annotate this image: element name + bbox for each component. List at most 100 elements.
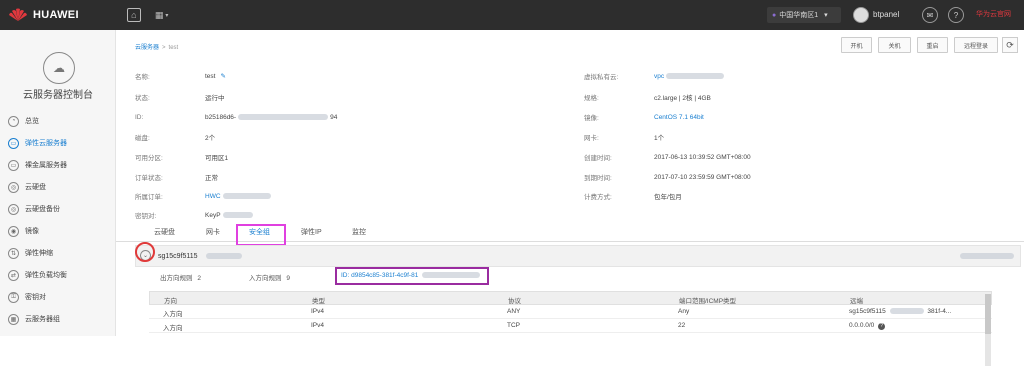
tab-monitor[interactable]: 监控 (352, 227, 366, 237)
highlight-box-tab (236, 224, 286, 246)
redacted-blur (222, 193, 271, 199)
location-pin-icon: ● (772, 11, 777, 19)
outbound-count: 2 (197, 275, 201, 282)
keypair-icon: ⚿ (8, 291, 19, 303)
column-header: 远端 (850, 298, 863, 305)
detail-disk: 磁盘: 2个 (135, 131, 215, 143)
detail-nic: 网卡: 1个 (584, 131, 664, 143)
sidebar-item-bms[interactable]: ▭ 裸金属服务器 (0, 154, 116, 176)
status-value: 运行中 (205, 95, 225, 102)
detail-created: 创建时间: 2017-06-13 10:39:52 GMT+08:00 (584, 151, 751, 163)
detail-label: 名称: (135, 74, 150, 81)
sidebar-item-label: 云硬盘 (25, 184, 46, 191)
breadcrumb-root-link[interactable]: 云服务器 (135, 45, 159, 51)
edit-pencil-icon[interactable]: ✎ (220, 72, 225, 80)
remote-login-button[interactable]: 远程登录 (954, 37, 998, 53)
autoscale-icon: ⇅ (8, 247, 19, 259)
tab-evs[interactable]: 云硬盘 (154, 227, 175, 237)
security-group-header[interactable]: ⌄ sg15c9f5115 (135, 245, 1021, 267)
redacted-blur (222, 212, 253, 218)
order-status-value: 正常 (205, 175, 218, 182)
outbound-label: 出方向规则 (160, 275, 193, 282)
main-content: 云服务器 > test 开机 关机 重启 远程登录 ⟳ 名称: test ✎ 状态:… (116, 30, 1024, 366)
column-header: 协议 (508, 298, 521, 305)
image-link[interactable]: CentOS 7.1 64bit (654, 114, 704, 121)
chevron-down-icon: ▾ (824, 12, 828, 19)
remote-tail: 381f-4... (927, 308, 952, 315)
mail-icon[interactable]: ✉ (922, 7, 938, 23)
sidebar-item-group[interactable]: ▦ 云服务器组 (0, 308, 116, 330)
column-header: 类型 (312, 298, 325, 305)
order-link[interactable]: HWC (205, 193, 221, 200)
detail-label: 状态: (135, 95, 150, 102)
official-site-link[interactable]: 华为云官网 (976, 9, 1011, 19)
scrollbar-thumb[interactable] (985, 294, 991, 334)
restart-button[interactable]: 重启 (917, 37, 948, 53)
tab-eip[interactable]: 弹性IP (301, 227, 322, 237)
detail-id: ID: b25186d6- 94 (135, 111, 337, 123)
detail-label: ID: (135, 113, 144, 121)
tab-nic[interactable]: 网卡 (206, 227, 220, 237)
detail-name: 名称: test ✎ (135, 70, 226, 82)
inbound-count: 9 (286, 275, 290, 282)
ecs-icon: ▭ (8, 137, 19, 149)
detail-billing: 计费方式: 包年/包月 (584, 190, 682, 202)
sidebar-item-elb[interactable]: ⇄ 弹性负载均衡 (0, 264, 116, 286)
stop-button[interactable]: 关机 (878, 37, 911, 53)
breadcrumb: 云服务器 > test (135, 42, 178, 51)
help-icon[interactable]: ? (878, 323, 886, 330)
id-tail: 94 (330, 113, 338, 121)
region-label: 中国华南区1 (779, 12, 819, 19)
sidebar-item-evs[interactable]: ◎ 云硬盘 (0, 176, 116, 198)
sidebar-item-image[interactable]: ◉ 镜像 (0, 220, 116, 242)
cell-remote: 0.0.0.0/0 ? (849, 322, 886, 330)
security-group-id[interactable]: ID: d9854c85-381f-4c9f-81 (341, 272, 481, 279)
detail-label: 规格: (584, 95, 599, 102)
sidebar: ☁ 云服务器控制台 ◔ 总览 ▭ 弹性云服务器 ▭ 裸金属服务器 ◎ 云硬盘 ◎ 云硬盘备… (0, 30, 116, 336)
disk-value: 2个 (205, 135, 216, 142)
huawei-logo[interactable]: HUAWEI (8, 8, 79, 22)
cell-port: 22 (678, 322, 686, 329)
id-value: b25186d6- (205, 113, 237, 121)
breadcrumb-separator: > (162, 45, 166, 51)
service-list-icon[interactable]: ▦ ▾ (155, 10, 169, 21)
refresh-icon[interactable]: ⟳ (1002, 37, 1018, 53)
sidebar-item-backup[interactable]: ◎ 云硬盘备份 (0, 198, 116, 220)
detail-label: 创建时间: (584, 155, 612, 162)
sidebar-item-label: 密钥对 (25, 294, 46, 301)
rules-scrollbar[interactable] (985, 294, 991, 366)
evs-icon: ◎ (8, 181, 19, 193)
az-value: 可用区1 (205, 155, 229, 162)
image-icon: ◉ (8, 225, 19, 237)
detail-label: 虚拟私有云: (584, 74, 619, 81)
sidebar-item-label: 云服务器组 (25, 316, 60, 323)
sidebar-item-keypair[interactable]: ⚿ 密钥对 (0, 286, 116, 308)
expire-value: 2017-07-10 23:59:59 GMT+08:00 (654, 173, 751, 181)
start-button[interactable]: 开机 (841, 37, 872, 53)
home-icon[interactable]: ⌂ (126, 8, 141, 22)
detail-expire: 到期时间: 2017-07-10 23:59:59 GMT+08:00 (584, 171, 751, 183)
billing-value: 包年/包月 (654, 194, 682, 201)
security-group-name: sg15c9f5115 (158, 253, 198, 260)
redacted-blur (422, 272, 481, 279)
backup-icon: ◎ (8, 203, 19, 215)
help-icon[interactable]: ? (948, 7, 964, 23)
redacted-blur (889, 308, 924, 315)
sidebar-item-label: 镜像 (25, 228, 39, 235)
security-group-id-value: ID: d9854c85-381f-4c9f-81 (341, 272, 419, 279)
vpc-link[interactable]: vpc (654, 73, 664, 80)
detail-flavor: 规格: c2.large | 2核 | 4GB (584, 91, 711, 103)
detail-order: 所属订单: HWC (135, 190, 271, 202)
username[interactable]: btpanel (873, 10, 899, 19)
detail-status: 状态: 运行中 (135, 91, 225, 103)
detail-label: 到期时间: (584, 175, 612, 182)
detail-label: 所属订单: (135, 194, 163, 201)
sidebar-item-autoscale[interactable]: ⇅ 弹性伸缩 (0, 242, 116, 264)
avatar[interactable] (853, 7, 869, 23)
sidebar-item-label: 总览 (25, 118, 39, 125)
detail-label: 可用分区: (135, 155, 163, 162)
sidebar-item-overview[interactable]: ◔ 总览 (0, 110, 116, 132)
region-selector[interactable]: ● 中国华南区1 ▾ (767, 7, 841, 23)
keypair-value: KeyP (205, 211, 221, 219)
sidebar-item-ecs[interactable]: ▭ 弹性云服务器 (0, 132, 116, 154)
